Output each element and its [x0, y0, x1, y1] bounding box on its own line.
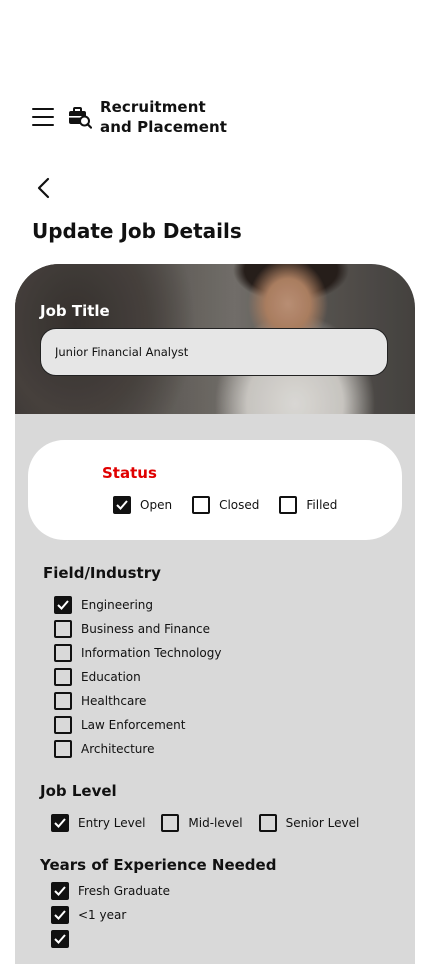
checkbox[interactable]	[54, 620, 72, 638]
option-label: Fresh Graduate	[78, 884, 171, 898]
experience-option-less-than-1-year[interactable]: <1 year	[51, 906, 126, 924]
checkbox[interactable]	[54, 740, 72, 758]
field-option-business-finance[interactable]: Business and Finance	[54, 620, 210, 638]
job-title-label: Job Title	[40, 302, 110, 320]
job-title-input[interactable]	[40, 328, 388, 376]
hero-image: Job Title	[15, 264, 415, 414]
experience-label: Years of Experience Needed	[40, 856, 277, 874]
checkbox[interactable]	[51, 930, 69, 948]
checkmark-icon	[54, 934, 66, 944]
status-option-closed[interactable]: Closed	[192, 496, 259, 514]
option-label: Architecture	[81, 742, 155, 756]
job-level-label: Job Level	[40, 782, 117, 800]
page-title: Update Job Details	[32, 219, 242, 243]
chevron-left-icon[interactable]	[34, 176, 56, 200]
field-industry-label: Field/Industry	[43, 564, 161, 582]
checkbox[interactable]	[161, 814, 180, 832]
checkbox[interactable]	[51, 906, 69, 924]
checkmark-icon	[57, 600, 69, 610]
checkbox[interactable]	[113, 496, 131, 514]
field-option-architecture[interactable]: Architecture	[54, 740, 154, 758]
option-label: Law Enforcement	[81, 718, 186, 732]
option-label: Mid-level	[188, 816, 243, 830]
experience-option-fresh-graduate[interactable]: Fresh Graduate	[51, 882, 170, 900]
option-label: Senior Level	[285, 816, 360, 830]
checkbox[interactable]	[54, 716, 72, 734]
job-details-card: Job Title Status Open Closed F	[15, 264, 415, 964]
option-label: <1 year	[78, 908, 127, 922]
app-title-line1: Recruitment	[100, 98, 206, 116]
checkbox[interactable]	[51, 814, 69, 832]
option-label: Open	[140, 498, 173, 512]
option-label: Engineering	[81, 598, 153, 612]
checkbox[interactable]	[51, 882, 69, 900]
briefcase-search-icon	[69, 107, 92, 129]
experience-option-partial[interactable]	[51, 930, 78, 948]
field-option-engineering[interactable]: Engineering	[54, 596, 153, 614]
checkbox[interactable]	[54, 668, 72, 686]
checkmark-icon	[116, 500, 128, 510]
job-level-option-entry[interactable]: Entry Level	[51, 814, 145, 832]
option-label: Education	[81, 670, 141, 684]
app-title-line2: and Placement	[100, 118, 228, 136]
option-label: Filled	[306, 498, 338, 512]
status-option-filled[interactable]: Filled	[279, 496, 337, 514]
option-label: Business and Finance	[81, 622, 211, 636]
field-option-law-enforcement[interactable]: Law Enforcement	[54, 716, 185, 734]
checkbox[interactable]	[279, 496, 298, 514]
checkbox[interactable]	[54, 596, 72, 614]
job-level-options: Entry Level Mid-level Senior Level	[51, 814, 359, 832]
checkbox[interactable]	[54, 644, 72, 662]
checkbox[interactable]	[258, 814, 277, 832]
field-option-information-technology[interactable]: Information Technology	[54, 644, 222, 662]
checkmark-icon	[54, 886, 66, 896]
job-level-option-senior[interactable]: Senior Level	[258, 814, 360, 832]
checkmark-icon	[54, 910, 66, 920]
option-label: Entry Level	[78, 816, 146, 830]
option-label: Healthcare	[81, 694, 147, 708]
field-option-education[interactable]: Education	[54, 668, 141, 686]
status-section: Status Open Closed Filled	[28, 440, 402, 540]
app-header: Recruitment and Placement	[32, 97, 227, 137]
app-title: Recruitment and Placement	[100, 97, 227, 137]
hamburger-menu-icon[interactable]	[32, 108, 54, 126]
status-options: Open Closed Filled	[113, 496, 337, 514]
status-option-open[interactable]: Open	[113, 496, 172, 514]
option-label: Information Technology	[81, 646, 222, 660]
checkbox[interactable]	[192, 496, 211, 514]
job-level-option-mid[interactable]: Mid-level	[161, 814, 243, 832]
option-label: Closed	[219, 498, 260, 512]
field-option-healthcare[interactable]: Healthcare	[54, 692, 146, 710]
checkmark-icon	[54, 818, 66, 828]
checkbox[interactable]	[54, 692, 72, 710]
status-label: Status	[102, 464, 157, 482]
